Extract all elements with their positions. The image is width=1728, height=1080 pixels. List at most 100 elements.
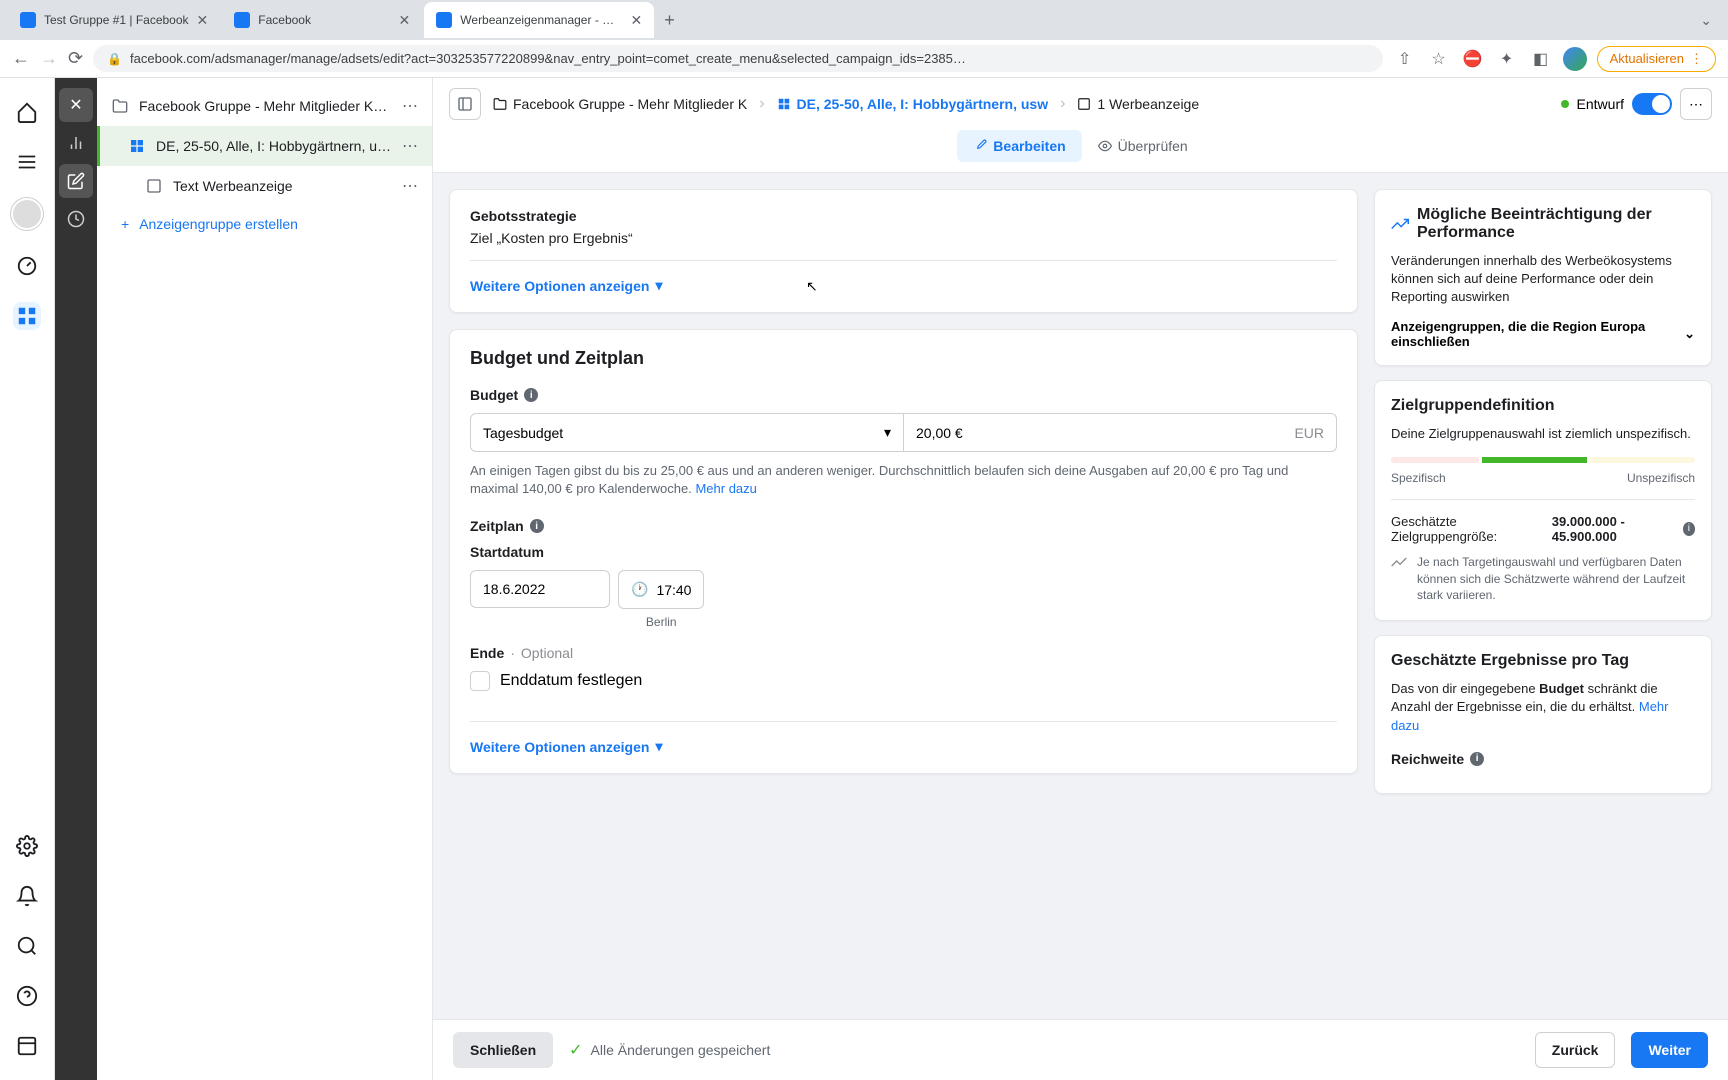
- budget-heading: Budget und Zeitplan: [470, 348, 1337, 369]
- show-more-label: Weitere Optionen anzeigen: [470, 739, 649, 755]
- extensions-icon[interactable]: ✦: [1495, 47, 1519, 71]
- audience-definition-title: Zielgruppendefinition: [1391, 397, 1555, 415]
- breadcrumb-ad[interactable]: 1 Werbeanzeige: [1077, 96, 1199, 112]
- sidebar-icon[interactable]: ◧: [1529, 47, 1553, 71]
- estimated-results-title: Geschätzte Ergebnisse pro Tag: [1391, 652, 1629, 670]
- performance-warning-card: Mögliche Beeinträchtigung der Performanc…: [1374, 189, 1712, 366]
- tree-campaign[interactable]: Facebook Gruppe - Mehr Mitglieder Ka… ⋯: [97, 86, 432, 126]
- url-text: facebook.com/adsmanager/manage/adsets/ed…: [130, 51, 966, 66]
- budget-amount-input[interactable]: 20,00 € EUR: [904, 413, 1337, 452]
- collapse-panel-button[interactable]: [449, 88, 481, 120]
- update-button[interactable]: Aktualisieren ⋮: [1597, 46, 1716, 72]
- tree-adset[interactable]: DE, 25-50, Alle, I: Hobbygärtnern, usw… …: [97, 126, 432, 166]
- close-icon[interactable]: ✕: [197, 12, 209, 29]
- browser-tab[interactable]: Facebook ✕: [222, 2, 422, 38]
- budget-help-text: An einigen Tagen gibst du bis zu 25,00 €…: [470, 462, 1337, 498]
- chart-icon[interactable]: [59, 126, 93, 160]
- clock-icon[interactable]: [59, 202, 93, 236]
- browser-url-bar: ← → ⟳ 🔒 facebook.com/adsmanager/manage/a…: [0, 40, 1728, 78]
- budget-type-select[interactable]: Tagesbudget ▾: [470, 413, 904, 452]
- url-input[interactable]: 🔒 facebook.com/adsmanager/manage/adsets/…: [93, 45, 1382, 72]
- facebook-favicon: [436, 12, 452, 28]
- adblock-icon[interactable]: ⛔: [1461, 47, 1485, 71]
- facebook-left-rail: [0, 78, 55, 1080]
- forward-button[interactable]: →: [40, 48, 58, 69]
- panel-icon[interactable]: [13, 1032, 41, 1060]
- start-date-input[interactable]: 18.6.2022: [470, 570, 610, 608]
- more-icon[interactable]: ⋯: [402, 136, 418, 156]
- breadcrumb-adset[interactable]: DE, 25-50, Alle, I: Hobbygärtnern, usw: [777, 96, 1049, 112]
- close-icon[interactable]: ✕: [631, 12, 643, 29]
- edit-icon[interactable]: [59, 164, 93, 198]
- tab-title: Werbeanzeigenmanager - Wer: [460, 13, 622, 27]
- info-icon[interactable]: i: [1683, 522, 1695, 536]
- gear-icon[interactable]: [13, 832, 41, 860]
- optional-label: Optional: [521, 645, 573, 661]
- menu-icon[interactable]: [13, 148, 41, 176]
- trend-icon: [1391, 215, 1409, 233]
- end-date-label: Ende: [470, 645, 504, 661]
- tabs-dropdown-icon[interactable]: ⌄: [1692, 8, 1720, 33]
- learn-more-link[interactable]: Mehr dazu: [695, 481, 756, 496]
- show-more-bidding[interactable]: Weitere Optionen anzeigen ▾: [470, 277, 1337, 294]
- timezone-label: Berlin: [618, 615, 704, 629]
- profile-avatar[interactable]: [1563, 47, 1587, 71]
- audience-meter: [1391, 457, 1695, 463]
- share-icon[interactable]: ⇧: [1393, 47, 1417, 71]
- breadcrumb-campaign[interactable]: Facebook Gruppe - Mehr Mitglieder K: [493, 96, 747, 112]
- back-button[interactable]: Zurück: [1535, 1032, 1616, 1068]
- create-adset-button[interactable]: + Anzeigengruppe erstellen: [97, 206, 432, 242]
- tab-edit[interactable]: Bearbeiten: [957, 130, 1081, 162]
- info-icon[interactable]: i: [524, 388, 538, 402]
- chevron-down-icon: ▾: [655, 277, 662, 294]
- search-icon[interactable]: [13, 932, 41, 960]
- tree-campaign-label: Facebook Gruppe - Mehr Mitglieder Ka…: [139, 98, 392, 114]
- close-button[interactable]: Schließen: [453, 1032, 553, 1068]
- breadcrumb-adset-label: DE, 25-50, Alle, I: Hobbygärtnern, usw: [797, 96, 1049, 112]
- ad-icon: [1077, 97, 1091, 111]
- next-button[interactable]: Weiter: [1631, 1032, 1708, 1068]
- help-icon[interactable]: [13, 982, 41, 1010]
- star-icon[interactable]: ☆: [1427, 47, 1451, 71]
- close-icon[interactable]: ✕: [399, 12, 411, 29]
- status-toggle[interactable]: [1632, 93, 1672, 115]
- more-icon[interactable]: ⋯: [402, 96, 418, 116]
- performance-warning-title: Mögliche Beeinträchtigung der Performanc…: [1417, 206, 1695, 242]
- browser-tab[interactable]: Test Gruppe #1 | Facebook ✕: [8, 2, 220, 38]
- show-more-label: Weitere Optionen anzeigen: [470, 278, 649, 294]
- europe-adsets-expand[interactable]: Anzeigengruppen, die die Region Europa e…: [1391, 319, 1695, 349]
- reload-button[interactable]: ⟳: [68, 48, 83, 69]
- more-menu-button[interactable]: ⋯: [1680, 88, 1712, 120]
- home-icon[interactable]: [13, 98, 41, 126]
- browser-tab-active[interactable]: Werbeanzeigenmanager - Wer ✕: [424, 2, 654, 38]
- europe-adsets-label: Anzeigengruppen, die die Region Europa e…: [1391, 319, 1684, 349]
- show-more-schedule[interactable]: Weitere Optionen anzeigen ▾: [470, 738, 1337, 755]
- eye-icon: [1098, 139, 1112, 153]
- new-tab-button[interactable]: +: [656, 6, 683, 35]
- close-editor-button[interactable]: ✕: [59, 88, 93, 122]
- tree-ad[interactable]: Text Werbeanzeige ⋯: [97, 166, 432, 206]
- tab-review[interactable]: Überprüfen: [1082, 130, 1204, 162]
- user-avatar[interactable]: [11, 198, 43, 230]
- grid-icon[interactable]: [13, 302, 41, 330]
- footer-bar: Schließen ✓ Alle Änderungen gespeichert …: [433, 1019, 1728, 1080]
- folder-icon: [493, 97, 507, 111]
- more-icon: ⋮: [1690, 51, 1703, 67]
- audience-size-value: 39.000.000 - 45.900.000: [1552, 514, 1677, 544]
- set-end-date-checkbox[interactable]: [470, 671, 490, 691]
- budget-label: Budget: [470, 387, 518, 403]
- set-end-date-label: Enddatum festlegen: [500, 672, 642, 690]
- breadcrumb-header: Facebook Gruppe - Mehr Mitglieder K › DE…: [433, 78, 1728, 173]
- estimated-results-card: Geschätzte Ergebnisse pro Tag Das von di…: [1374, 635, 1712, 794]
- info-icon[interactable]: i: [1470, 752, 1484, 766]
- performance-warning-text: Veränderungen innerhalb des Werbeökosyst…: [1391, 252, 1695, 307]
- back-button[interactable]: ←: [12, 48, 30, 69]
- tab-edit-label: Bearbeiten: [993, 138, 1065, 154]
- start-time-input[interactable]: 🕐 17:40: [618, 570, 704, 609]
- bell-icon[interactable]: [13, 882, 41, 910]
- more-icon[interactable]: ⋯: [402, 176, 418, 196]
- bidding-value: Ziel „Kosten pro Ergebnis“: [470, 230, 1337, 246]
- speedometer-icon[interactable]: [13, 252, 41, 280]
- breadcrumb-campaign-label: Facebook Gruppe - Mehr Mitglieder K: [513, 96, 747, 112]
- info-icon[interactable]: i: [530, 519, 544, 533]
